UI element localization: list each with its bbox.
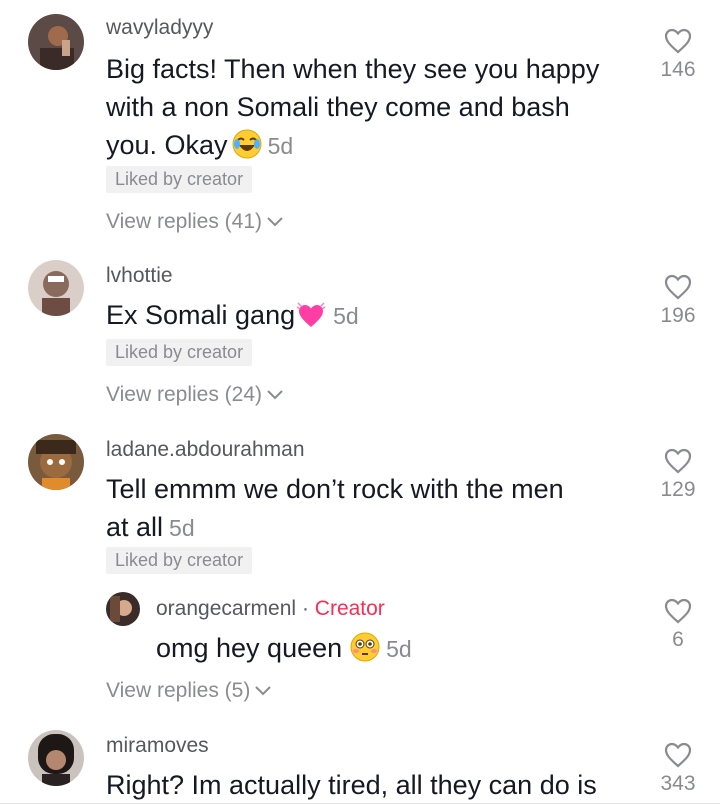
growing-heart-emoji (295, 301, 327, 339)
heart-icon (648, 448, 708, 474)
view-replies-label: View replies (41) (106, 210, 263, 233)
reply-text: omg hey queen 5d (156, 629, 636, 672)
heart-icon (648, 274, 708, 300)
joy-emoji (232, 129, 262, 169)
comment-time: 5d (169, 515, 195, 541)
view-replies-label: View replies (5) (106, 679, 251, 702)
comment-username[interactable]: miramoves (106, 734, 209, 758)
reply-username[interactable]: orangecarmenl · Creator (156, 597, 385, 621)
avatar[interactable] (106, 592, 140, 626)
comment-item: miramoves Right? Im actually tired, all … (0, 720, 720, 804)
heart-icon (648, 598, 708, 624)
separator-dot: · (301, 597, 309, 620)
chevron-down-icon (266, 210, 284, 234)
liked-by-creator-badge: Liked by creator (106, 166, 253, 193)
heart-icon (648, 742, 708, 768)
comment-text-line: with a non Somali they come and bash (106, 92, 570, 122)
comment-text-fragment: Ex Somali gang (106, 300, 296, 330)
comment-item: ladane.abdourahman Tell emmm we don’t ro… (0, 430, 720, 720)
comment-item: wavyladyyy Big facts! Then when they see… (0, 0, 720, 250)
comment-text: Tell emmm we don’t rock with the men at … (106, 470, 646, 547)
reply-username-label: orangecarmenl (156, 597, 297, 620)
like-count: 343 (660, 772, 696, 795)
comment-text-line: at all 5d (106, 508, 646, 547)
comment-text-line: Big facts! Then when they see you happy (106, 54, 600, 84)
comment-username[interactable]: ladane.abdourahman (106, 438, 305, 462)
view-replies-button[interactable]: View replies (5) (106, 679, 272, 703)
comment-text-fragment: at all (106, 512, 164, 542)
avatar[interactable] (28, 434, 84, 490)
like-count: 196 (660, 304, 696, 327)
comment-text-line: Ex Somali gang 5d (106, 296, 646, 339)
like-button[interactable]: 6 (648, 598, 708, 652)
reply-text-fragment: omg hey queen (156, 633, 343, 663)
avatar[interactable] (28, 730, 84, 786)
chevron-down-icon (266, 383, 284, 407)
chevron-down-icon (254, 679, 272, 703)
comment-time: 5d (333, 303, 359, 329)
comment-text-line: you. Okay 5d (106, 126, 646, 169)
like-button[interactable]: 146 (648, 28, 708, 82)
like-count: 146 (660, 58, 696, 81)
avatar[interactable] (28, 14, 84, 70)
like-button[interactable]: 129 (648, 448, 708, 502)
comment-text: Right? Im actually tired, all they can d… (106, 766, 646, 804)
comment-text-fragment: you. Okay (106, 130, 228, 160)
comment-text-line: Tell emmm we don’t rock with the men (106, 474, 564, 504)
liked-by-creator-badge: Liked by creator (106, 339, 253, 366)
avatar[interactable] (28, 260, 84, 316)
reply-time: 5d (386, 636, 412, 662)
comment-username[interactable]: wavyladyyy (106, 16, 213, 40)
view-replies-button[interactable]: View replies (24) (106, 383, 284, 407)
like-count: 129 (660, 478, 696, 501)
view-replies-button[interactable]: View replies (41) (106, 210, 284, 234)
comment-text-line: Right? Im actually tired, all they can d… (106, 770, 597, 800)
creator-label: Creator (314, 597, 385, 620)
heart-icon (648, 28, 708, 54)
comment-text: Big facts! Then when they see you happy … (106, 50, 646, 169)
liked-by-creator-badge: Liked by creator (106, 547, 253, 574)
like-count: 6 (672, 628, 684, 651)
like-button[interactable]: 343 (648, 742, 708, 796)
comment-item: lvhottie Ex Somali gang 5d Liked by creat… (0, 250, 720, 430)
comment-username[interactable]: lvhottie (106, 264, 173, 288)
comment-time: 5d (267, 133, 294, 159)
comment-text: Ex Somali gang 5d (106, 296, 646, 339)
view-replies-label: View replies (24) (106, 383, 263, 406)
like-button[interactable]: 196 (648, 274, 708, 328)
flushed-emoji (350, 632, 380, 672)
